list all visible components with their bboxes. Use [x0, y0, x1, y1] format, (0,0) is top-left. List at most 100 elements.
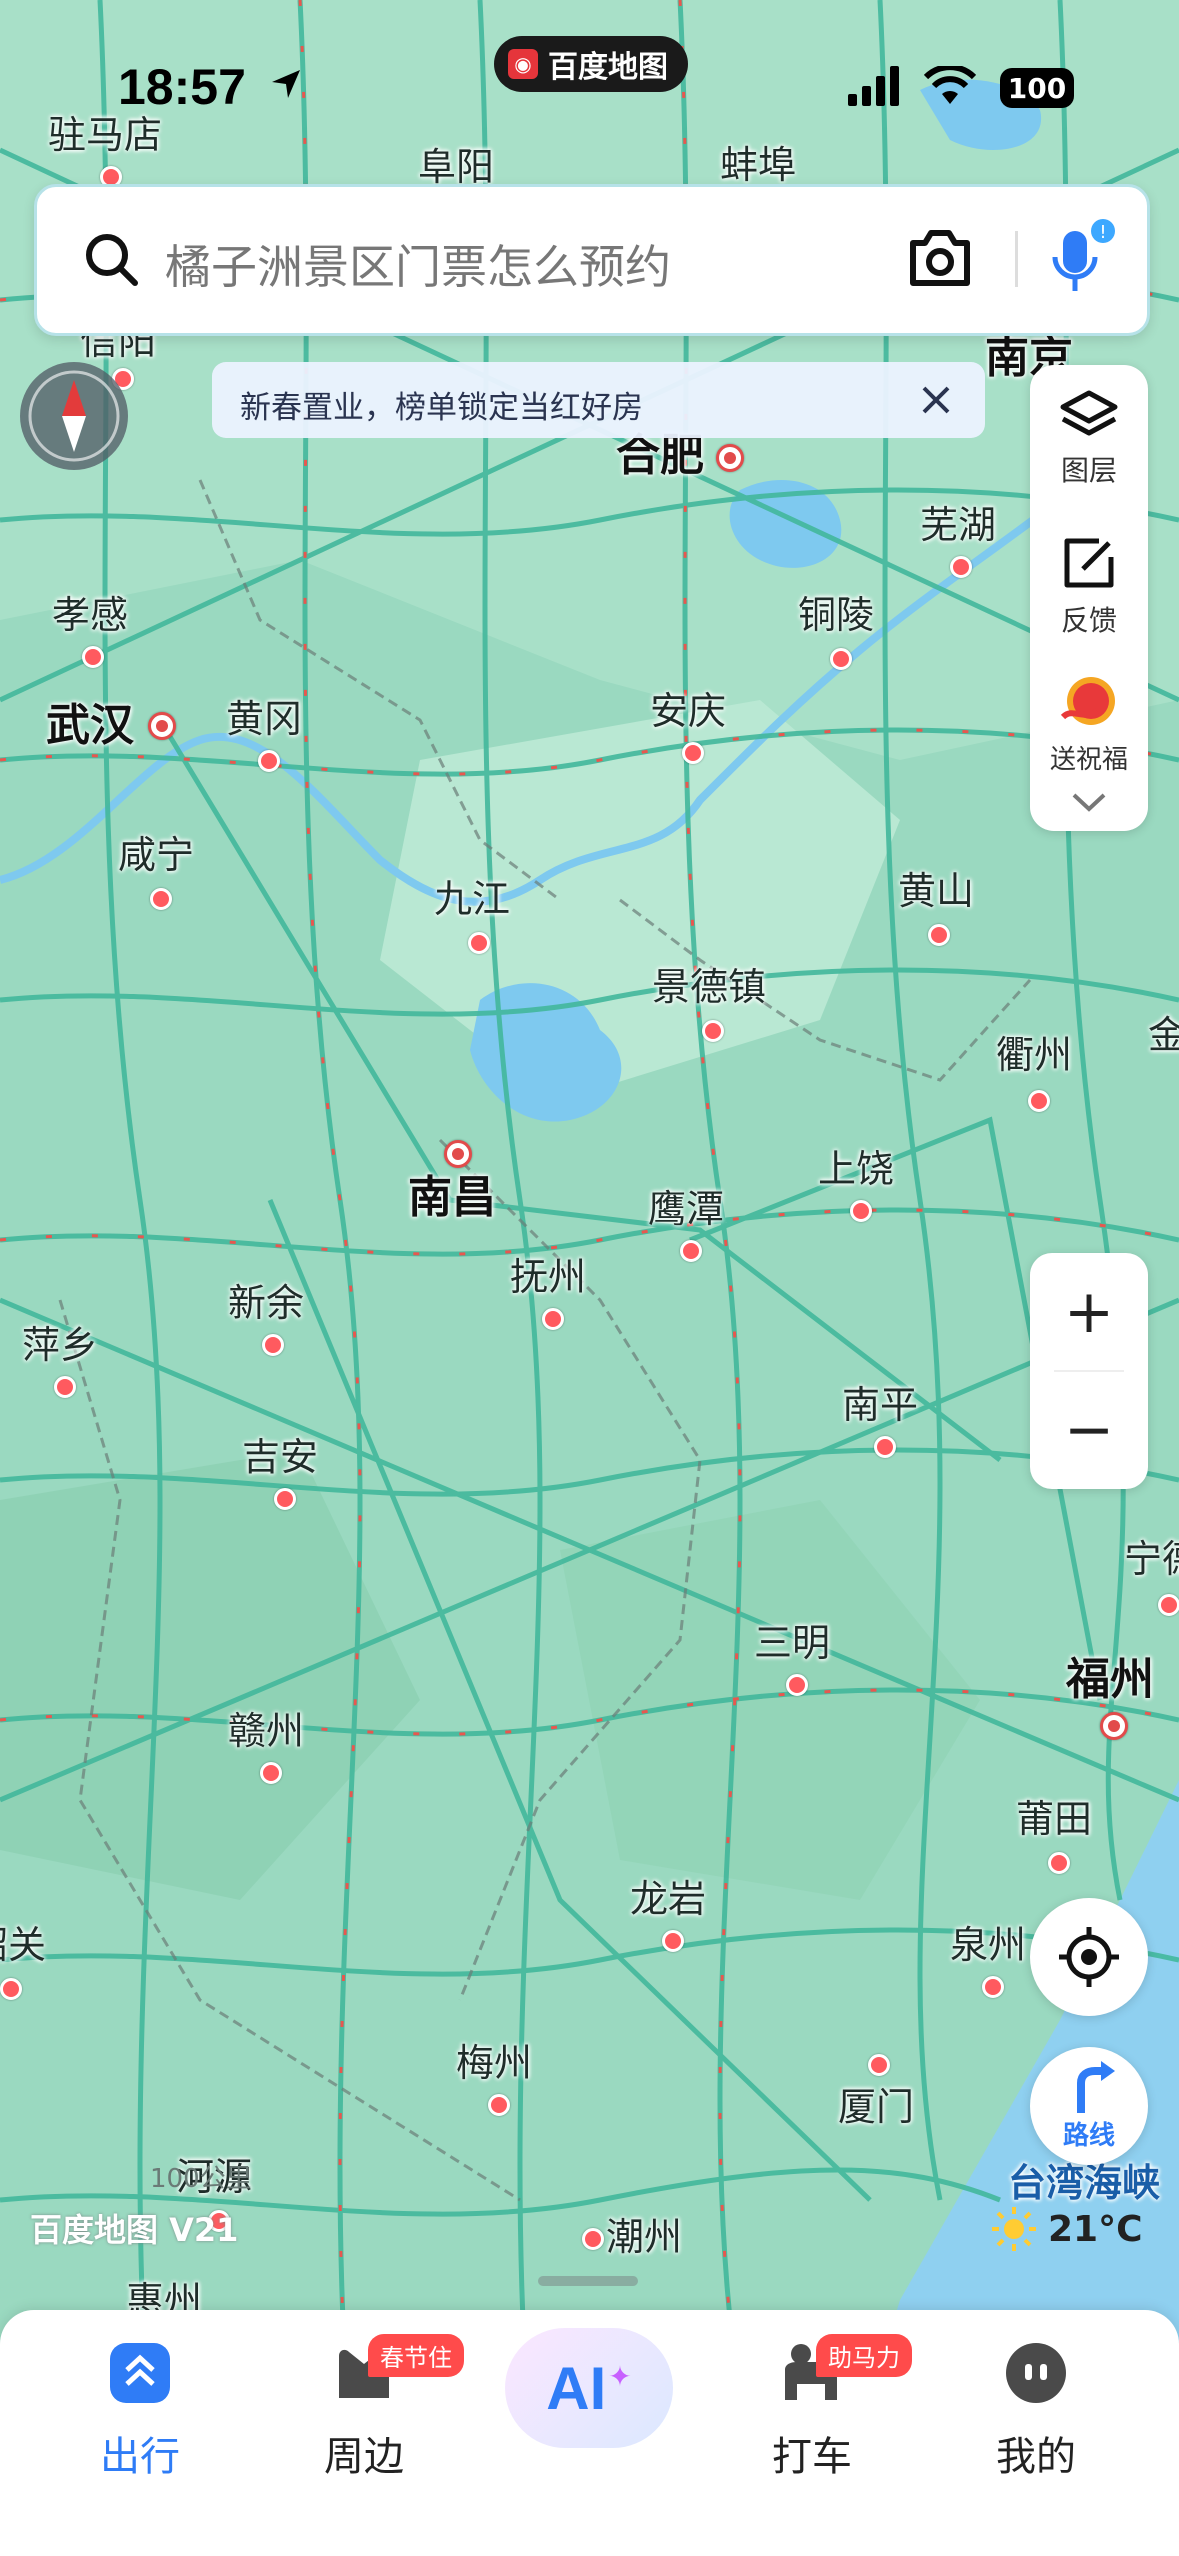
crosshair-icon	[1059, 1927, 1119, 1987]
city-dot	[0, 1978, 22, 2000]
nav-item-profile[interactable]: 我的	[946, 2340, 1126, 2482]
city-dot	[260, 1762, 282, 1784]
nav-item-taxi[interactable]: 助马力 打车	[722, 2334, 912, 2482]
city-label[interactable]: 孝感	[52, 596, 128, 634]
city-label[interactable]: 梅州	[456, 2044, 532, 2082]
sparkle-icon: ✦	[608, 2359, 632, 2393]
city-label[interactable]: 安庆	[650, 692, 726, 730]
city-label[interactable]: 金	[1148, 1016, 1179, 1054]
city-label[interactable]: 合肥	[616, 434, 704, 478]
city-label[interactable]: 南昌	[408, 1176, 496, 1220]
weather-temp: 21°C	[1048, 2208, 1143, 2250]
city-dot	[662, 1930, 684, 1952]
city-dot	[148, 712, 176, 740]
app-pill[interactable]: ◉ 百度地图	[494, 36, 688, 92]
ai-assistant-button[interactable]: AI ✦	[505, 2328, 673, 2448]
city-label[interactable]: 上饶	[818, 1150, 894, 1188]
city-label[interactable]: 衢州	[996, 1036, 1072, 1074]
city-label[interactable]: 南平	[842, 1386, 918, 1424]
city-label[interactable]: 鹰潭	[648, 1190, 724, 1228]
city-dot	[950, 556, 972, 578]
search-bar[interactable]: 橘子洲景区门票怎么预约 !	[34, 184, 1150, 336]
weather-widget[interactable]: 21°C	[990, 2205, 1143, 2253]
city-dot	[982, 1976, 1004, 1998]
city-label[interactable]: 厦门	[838, 2088, 914, 2126]
route-button[interactable]: 路线	[1030, 2047, 1148, 2165]
nav-label: 打车	[772, 2434, 852, 2480]
sheet-handle[interactable]	[538, 2276, 638, 2286]
city-label[interactable]: 芜湖	[920, 506, 996, 544]
sea-label: 台湾海峡	[1008, 2161, 1161, 2205]
city-dot	[54, 1376, 76, 1398]
layers-button[interactable]: 图层	[1030, 389, 1148, 489]
camera-icon[interactable]	[907, 227, 973, 289]
city-dot	[582, 2228, 604, 2250]
city-dot	[1048, 1852, 1070, 1874]
promo-banner-text: 新春置业，榜单锁定当红好房	[240, 390, 643, 426]
city-dot	[82, 646, 104, 668]
zoom-out-button[interactable]: −	[1030, 1371, 1148, 1489]
route-label: 路线	[1062, 2121, 1115, 2151]
city-label[interactable]: 吉安	[242, 1438, 318, 1476]
city-label[interactable]: 武汉	[46, 704, 134, 748]
compass-icon	[28, 370, 120, 462]
nav-badge: 助马力	[816, 2334, 912, 2377]
sun-icon	[992, 2207, 1036, 2251]
wifi-icon	[924, 66, 976, 104]
microphone-icon[interactable]: !	[1045, 217, 1117, 301]
city-dot	[682, 742, 704, 764]
city-label[interactable]: 龙岩	[630, 1880, 706, 1918]
city-dot	[928, 924, 950, 946]
travel-icon	[110, 2343, 170, 2403]
city-label[interactable]: 咸宁	[118, 836, 194, 874]
city-label[interactable]: 福州	[1066, 1658, 1154, 1702]
feedback-label: 反馈	[1060, 604, 1117, 637]
city-dot	[488, 2094, 510, 2116]
city-label[interactable]: 赣州	[228, 1712, 304, 1750]
compass-button[interactable]	[20, 362, 128, 470]
chevron-down-icon[interactable]	[1070, 791, 1108, 815]
city-label[interactable]: 潮州	[606, 2218, 682, 2256]
close-icon[interactable]	[918, 382, 954, 418]
city-label[interactable]: 新余	[228, 1284, 304, 1322]
city-dot	[680, 1240, 702, 1262]
status-time: 18:57	[118, 59, 246, 115]
city-dot	[868, 2054, 890, 2076]
city-label[interactable]: 黄冈	[226, 700, 302, 738]
city-label[interactable]: 景德镇	[652, 968, 766, 1006]
battery-indicator: 100	[1000, 68, 1074, 108]
city-dot	[274, 1488, 296, 1510]
map-tools-panel: 图层 反馈 送祝福	[1030, 365, 1148, 831]
city-dot	[262, 1334, 284, 1356]
zoom-control: + −	[1030, 1253, 1148, 1489]
city-label[interactable]: 铜陵	[798, 596, 874, 634]
scale-label: 100公里	[150, 2164, 252, 2194]
status-bar: 18:57 ◉ 百度地图 100	[0, 0, 1179, 170]
locate-me-button[interactable]	[1030, 1898, 1148, 2016]
nav-label: 周边	[324, 2434, 404, 2480]
city-label[interactable]: 韶关	[0, 1926, 46, 1964]
search-input[interactable]: 橘子洲景区门票怎么预约	[165, 231, 671, 297]
city-label[interactable]: 萍乡	[22, 1326, 98, 1364]
nav-item-travel[interactable]: 出行	[50, 2340, 230, 2482]
city-label[interactable]: 泉州	[950, 1926, 1026, 1964]
city-label[interactable]: 宁德	[1124, 1540, 1179, 1578]
city-dot	[850, 1200, 872, 1222]
ai-label: AI	[546, 2354, 607, 2422]
feedback-button[interactable]: 反馈	[1030, 535, 1148, 639]
promo-banner[interactable]: 新春置业，榜单锁定当红好房	[212, 362, 985, 438]
city-label[interactable]: 莆田	[1016, 1800, 1092, 1838]
blessing-button[interactable]: 送祝福	[1030, 671, 1148, 776]
city-label[interactable]: 抚州	[510, 1258, 586, 1296]
city-dot	[150, 888, 172, 910]
city-dot	[542, 1308, 564, 1330]
nav-label: 出行	[100, 2434, 180, 2480]
zoom-in-button[interactable]: +	[1030, 1253, 1148, 1371]
city-dot	[1158, 1594, 1179, 1616]
nav-item-nearby[interactable]: 春节住 周边	[274, 2334, 464, 2482]
city-label[interactable]: 黄山	[898, 872, 974, 910]
city-dot	[1028, 1090, 1050, 1112]
city-label[interactable]: 九江	[434, 880, 510, 918]
city-label[interactable]: 三明	[754, 1624, 830, 1662]
nav-label: 我的	[996, 2434, 1076, 2480]
